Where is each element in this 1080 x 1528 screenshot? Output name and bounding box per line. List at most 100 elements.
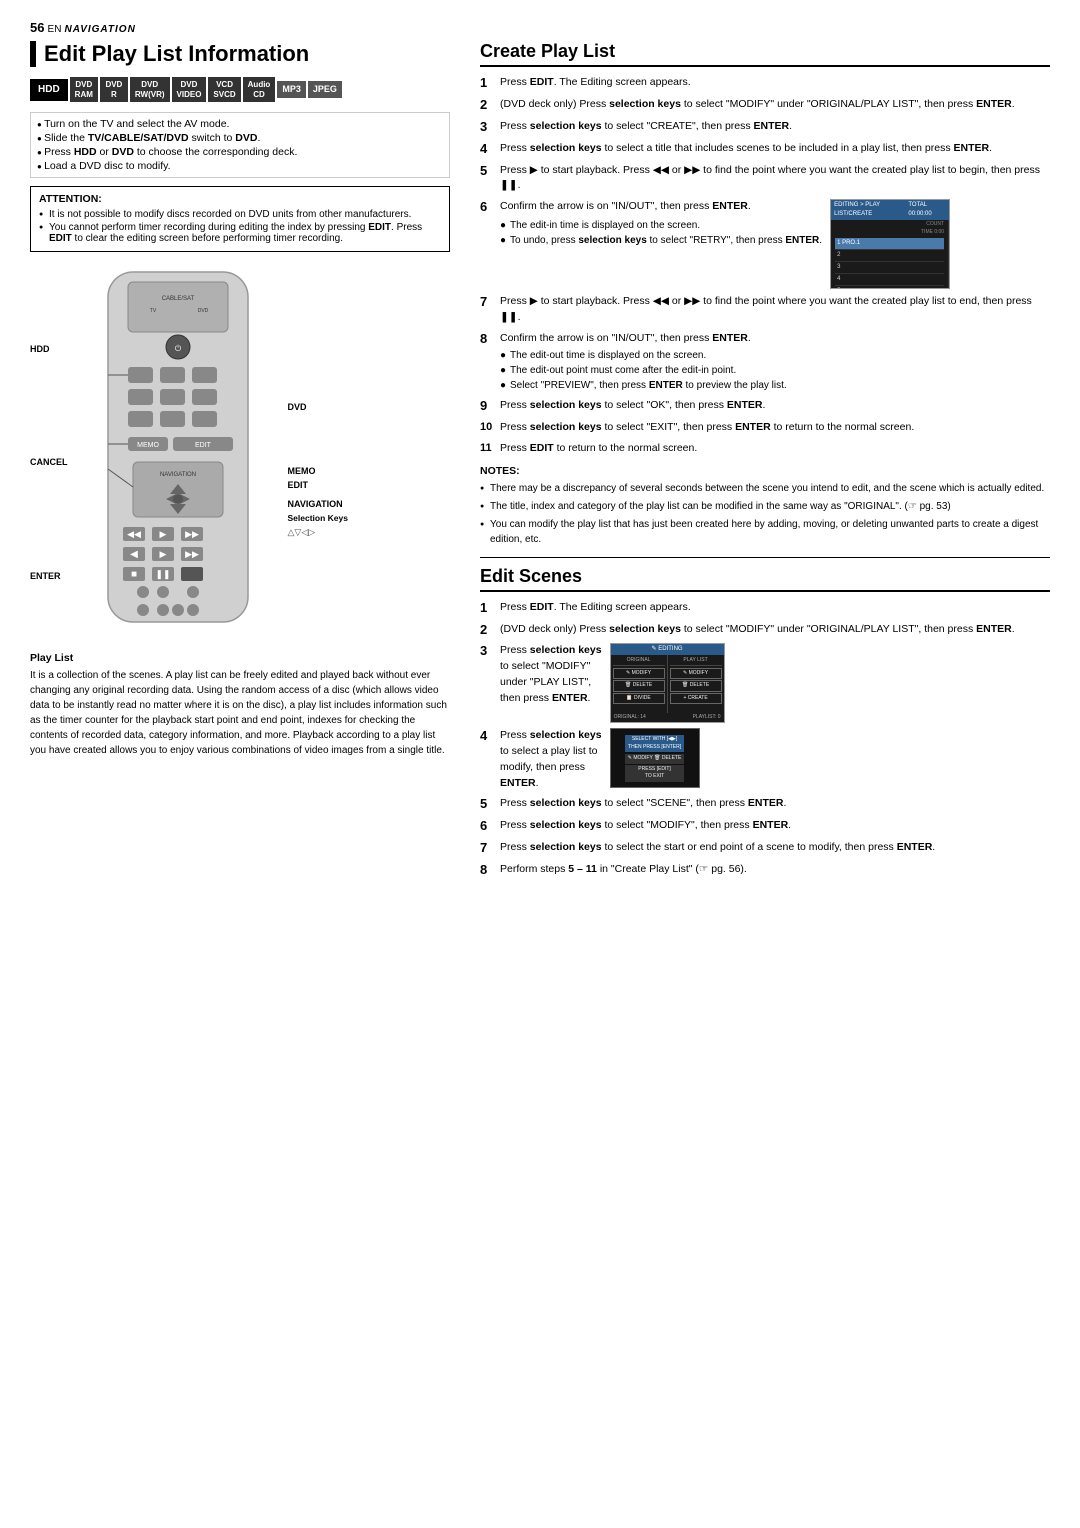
label-dvd: DVD	[288, 402, 348, 412]
sub-bullet: ● Select "PREVIEW", then press ENTER to …	[500, 378, 1050, 393]
bullet-item: Load a DVD disc to modify.	[31, 159, 449, 173]
edit-step-1: 1 Press EDIT. The Editing screen appears…	[480, 600, 1050, 617]
label-edit: EDIT	[288, 480, 348, 490]
step-number: 2	[480, 97, 496, 114]
step-content: Press EDIT. The Editing screen appears.	[500, 600, 1050, 617]
label-hdd: HDD	[30, 344, 68, 354]
sub-bullet: ● To undo, press selection keys to selec…	[500, 233, 822, 248]
page-header: 56 EN NAVIGATION	[30, 20, 1050, 35]
playlist-text: It is a collection of the scenes. A play…	[30, 668, 450, 758]
edit-step-7: 7 Press selection keys to select the sta…	[480, 840, 1050, 857]
edit-screen-body: ORIGINAL ✎ MODIFY 🗑 DELETE 📋 DIVIDE PLAY…	[611, 655, 724, 713]
section-divider	[480, 557, 1050, 558]
notes-list: There may be a discrepancy of several se…	[480, 481, 1050, 547]
note-item: There may be a discrepancy of several se…	[480, 481, 1050, 496]
step-3: 3 Press selection keys to select "CREATE…	[480, 119, 1050, 136]
label-cancel: CANCEL	[30, 457, 68, 467]
bullet-item: Turn on the TV and select the AV mode.	[31, 117, 449, 131]
remote-control-svg: CABLE/SAT TV DVD ⏻ MEMO E	[78, 262, 278, 642]
sub-bullet: ● The edit-in time is displayed on the s…	[500, 218, 822, 233]
step-content: Press selection keys to select "OK", the…	[500, 398, 1050, 415]
step-number: 7	[480, 840, 496, 857]
playlist-section-screen: PLAY LIST ✎ MODIFY 🗑 DELETE + CREATE	[668, 655, 724, 713]
badge-dvd-r: DVDR	[100, 77, 128, 102]
step-1: 1 Press EDIT. The Editing screen appears…	[480, 75, 1050, 92]
badge-audio: AudioCD	[243, 77, 276, 102]
screen-mockup-create: EDITING > PLAY LIST/CREATE TOTAL 00:00:0…	[830, 199, 950, 289]
svg-text:◀◀: ◀◀	[127, 529, 141, 539]
svg-text:DVD: DVD	[197, 308, 208, 314]
step-content: Press selection keys to select "CREATE",…	[500, 119, 1050, 136]
format-badges: HDD DVDRAM DVDR DVDRW(VR) DVDVIDEO VCDSV…	[30, 77, 450, 102]
step-content: Press selection keys to select a play li…	[500, 728, 1050, 791]
step-number: 7	[480, 294, 496, 326]
svg-text:CABLE/SAT: CABLE/SAT	[161, 296, 194, 302]
step-4: 4 Press selection keys to select a title…	[480, 141, 1050, 158]
edit-step-8: 8 Perform steps 5 – 11 in "Create Play L…	[480, 862, 1050, 879]
step-number: 5	[480, 796, 496, 813]
step-number: 1	[480, 75, 496, 92]
edit-step-4: 4 Press selection keys to select a play …	[480, 728, 1050, 791]
step-number: 2	[480, 622, 496, 639]
create-playlist-steps: 1 Press EDIT. The Editing screen appears…	[480, 75, 1050, 457]
badge-mp3: MP3	[277, 81, 306, 98]
step-content: Press EDIT to return to the normal scree…	[500, 441, 1050, 457]
step-content: Press selection keys to select "EXIT", t…	[500, 420, 1050, 436]
page-number: 56	[30, 20, 44, 35]
step-content: Press ▶ to start playback. Press ◀◀ or ▶…	[500, 294, 1050, 326]
step-content: Press EDIT. The Editing screen appears.	[500, 75, 1050, 92]
right-column: Create Play List 1 Press EDIT. The Editi…	[480, 41, 1050, 884]
step-content: Press selection keys to select "MODIFY" …	[500, 643, 1050, 723]
step-number: 11	[480, 441, 496, 457]
step-content: (DVD deck only) Press selection keys to …	[500, 622, 1050, 639]
badge-dvd-video: DVDVIDEO	[172, 77, 207, 102]
svg-text:NAVIGATION: NAVIGATION	[159, 472, 195, 478]
edit-step-3: 3 Press selection keys to select "MODIFY…	[480, 643, 1050, 723]
step-number: 10	[480, 420, 496, 436]
sub-bullet: ● The edit-out point must come after the…	[500, 363, 1050, 378]
svg-text:TV: TV	[149, 308, 156, 314]
step-11: 11 Press EDIT to return to the normal sc…	[480, 441, 1050, 457]
bullet-item: Slide the TV/CABLE/SAT/DVD switch to DVD…	[31, 131, 449, 145]
svg-text:MEMO: MEMO	[137, 442, 159, 449]
edit-step-6: 6 Press selection keys to select "MODIFY…	[480, 818, 1050, 835]
badge-hdd: HDD	[30, 79, 68, 101]
step-number: 6	[480, 818, 496, 835]
step-number: 8	[480, 862, 496, 879]
screen-mockup-edit: ✎ EDITING ORIGINAL ✎ MODIFY 🗑 DELETE 📋 D…	[610, 643, 725, 723]
create-playlist-notes: NOTES: There may be a discrepancy of sev…	[480, 465, 1050, 547]
step-2: 2 (DVD deck only) Press selection keys t…	[480, 97, 1050, 114]
original-section: ORIGINAL ✎ MODIFY 🗑 DELETE 📋 DIVIDE	[611, 655, 668, 713]
svg-text:▶: ▶	[159, 529, 166, 539]
attention-box: ATTENTION: It is not possible to modify …	[30, 186, 450, 252]
left-column: Edit Play List Information HDD DVDRAM DV…	[30, 41, 450, 758]
step-8: 8 Confirm the arrow is on "IN/OUT", then…	[480, 331, 1050, 394]
svg-text:▶▶: ▶▶	[185, 529, 199, 539]
step-number: 8	[480, 331, 496, 394]
step-number: 4	[480, 728, 496, 791]
note-item: You can modify the play list that has ju…	[480, 517, 1050, 547]
playlist-title: Play List	[30, 652, 450, 664]
notes-title: NOTES:	[480, 465, 1050, 477]
screen-mockup-select: SELECT WITH [◀▶]THEN PRESS [ENTER] ✎ MOD…	[610, 728, 700, 788]
step-content: Press selection keys to select the start…	[500, 840, 1050, 857]
svg-text:◀: ◀	[130, 549, 138, 560]
edit-scenes-section: Edit Scenes 1 Press EDIT. The Editing sc…	[480, 566, 1050, 879]
note-item: The title, index and category of the pla…	[480, 499, 1050, 514]
create-playlist-title: Create Play List	[480, 41, 1050, 67]
edit-scenes-steps: 1 Press EDIT. The Editing screen appears…	[480, 600, 1050, 879]
remote-diagram: HDD CANCEL ENTER CABLE/SAT TV DVD ⏻	[30, 262, 450, 642]
section-title-header: NAVIGATION	[65, 24, 136, 35]
step-content: (DVD deck only) Press selection keys to …	[500, 97, 1050, 114]
step-content: Confirm the arrow is on "IN/OUT", then p…	[500, 331, 1050, 394]
badge-dvd-ram: DVDRAM	[70, 77, 98, 102]
step-number: 9	[480, 398, 496, 415]
svg-text:▶▶: ▶▶	[185, 549, 199, 559]
step-number: 5	[480, 163, 496, 195]
step-number: 4	[480, 141, 496, 158]
svg-text:▶: ▶	[159, 549, 166, 559]
step-9: 9 Press selection keys to select "OK", t…	[480, 398, 1050, 415]
svg-text:■: ■	[130, 569, 136, 580]
attention-list: It is not possible to modify discs recor…	[39, 208, 441, 245]
svg-text:❚❚: ❚❚	[155, 569, 170, 580]
